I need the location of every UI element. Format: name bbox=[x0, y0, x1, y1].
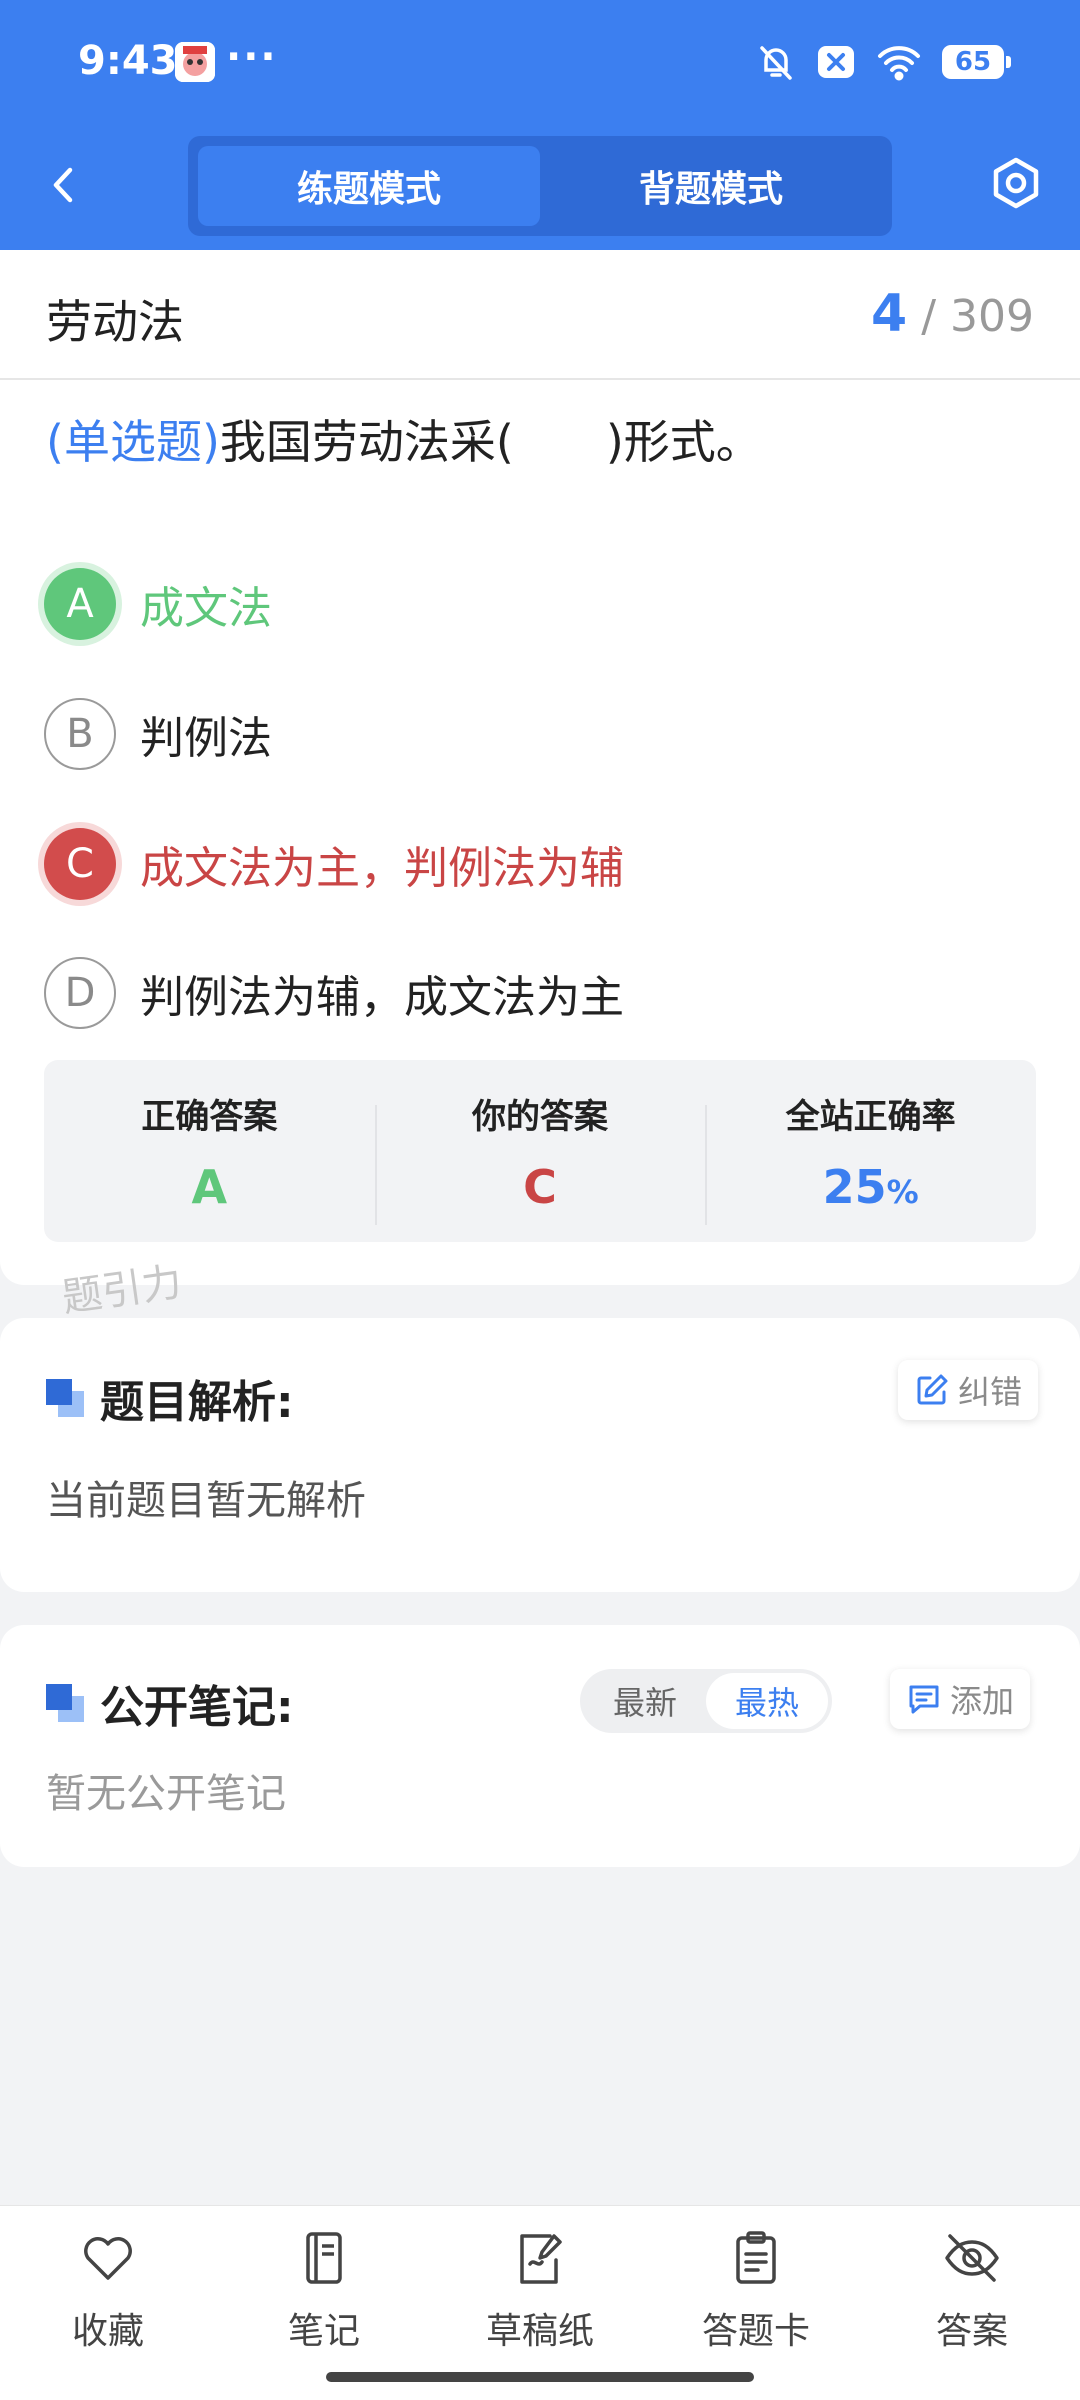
nav-toggle-answer-label: 答案 bbox=[935, 2311, 1008, 2352]
notebook-icon bbox=[306, 2232, 342, 2284]
option-b-marker: B bbox=[44, 698, 116, 770]
option-d-marker: D bbox=[44, 957, 116, 1029]
analysis-content: 当前题目暂无解析 bbox=[46, 1478, 366, 1524]
app-notification-icon bbox=[175, 42, 215, 82]
nav-draft-label: 草稿纸 bbox=[485, 2311, 594, 2352]
status-time: 9:43 bbox=[78, 38, 178, 84]
question-card: 劳动法 4 / 309 (单选题)我国劳动法采( )形式。 A 成文法 B 判例… bbox=[0, 250, 1080, 1285]
tab-memorize-mode[interactable]: 背题模式 bbox=[540, 146, 882, 226]
option-a-text: 成文法 bbox=[140, 583, 272, 634]
accuracy-label: 全站正确率 bbox=[785, 1096, 956, 1137]
add-note-label: 添加 bbox=[950, 1682, 1015, 1720]
your-answer-value: C bbox=[523, 1159, 557, 1214]
nav-favorite-label: 收藏 bbox=[71, 2311, 144, 2352]
option-a[interactable]: A 成文法 bbox=[44, 566, 272, 642]
comment-icon bbox=[909, 1685, 939, 1714]
correct-answer-column: 正确答案 A bbox=[44, 1089, 375, 1214]
nav-toggle-answer[interactable]: 答案 bbox=[892, 2228, 1052, 2354]
option-d[interactable]: D 判例法为辅，成文法为主 bbox=[44, 955, 624, 1031]
option-b-text: 判例法 bbox=[140, 713, 272, 764]
option-b[interactable]: B 判例法 bbox=[44, 696, 272, 772]
nav-favorite[interactable]: 收藏 bbox=[28, 2228, 188, 2354]
current-question-number: 4 bbox=[871, 284, 908, 344]
notes-empty-text: 暂无公开笔记 bbox=[46, 1771, 286, 1817]
report-error-label: 纠错 bbox=[958, 1373, 1023, 1411]
settings-button[interactable] bbox=[988, 155, 1044, 211]
option-d-text: 判例法为辅，成文法为主 bbox=[140, 972, 624, 1023]
notes-card: 公开笔记: 最新 最热 添加 暂无公开笔记 bbox=[0, 1625, 1080, 1867]
correct-answer-value: A bbox=[191, 1159, 228, 1214]
mode-switch: 练题模式 背题模式 bbox=[188, 136, 892, 236]
accuracy-unit: % bbox=[886, 1172, 919, 1211]
accuracy-column: 全站正确率 25% bbox=[705, 1089, 1036, 1225]
status-bar: 9:43 ··· 65 bbox=[0, 0, 1080, 125]
notes-sort-toggle: 最新 最热 bbox=[580, 1669, 832, 1733]
nav-draft[interactable]: 草稿纸 bbox=[460, 2228, 620, 2354]
notes-title-text: 公开笔记: bbox=[100, 1682, 294, 1733]
question-progress: 4 / 309 bbox=[871, 284, 1034, 344]
section-squares-icon bbox=[46, 1684, 84, 1722]
nav-notes-label: 笔记 bbox=[287, 2311, 360, 2352]
answer-card-icon bbox=[736, 2231, 776, 2284]
option-c[interactable]: C 成文法为主，判例法为辅 bbox=[44, 826, 624, 902]
heart-icon bbox=[84, 2237, 132, 2280]
your-answer-column: 你的答案 C bbox=[374, 1089, 706, 1225]
total-questions: / 309 bbox=[921, 291, 1034, 342]
option-a-marker: A bbox=[44, 568, 116, 640]
your-answer-label: 你的答案 bbox=[472, 1096, 608, 1137]
sort-latest[interactable]: 最新 bbox=[584, 1673, 706, 1729]
section-squares-icon bbox=[46, 1379, 84, 1417]
report-error-button[interactable]: 纠错 bbox=[898, 1360, 1039, 1420]
analysis-title-text: 题目解析: bbox=[100, 1377, 294, 1428]
close-box-icon bbox=[816, 42, 856, 82]
hexagon-settings-icon bbox=[993, 157, 1039, 209]
edit-icon bbox=[917, 1374, 948, 1405]
answer-summary: 正确答案 A 你的答案 C 全站正确率 25% bbox=[44, 1060, 1036, 1242]
notes-title: 公开笔记: bbox=[46, 1671, 294, 1735]
mute-bell-icon bbox=[756, 42, 796, 82]
battery-indicator: 65 bbox=[942, 45, 1011, 79]
nav-answer-card[interactable]: 答题卡 bbox=[676, 2228, 836, 2354]
home-indicator[interactable] bbox=[326, 2372, 754, 2382]
app-header: 9:43 ··· 65 练题模式 背题模式 bbox=[0, 0, 1080, 250]
back-button[interactable] bbox=[40, 160, 90, 210]
sort-hottest[interactable]: 最热 bbox=[706, 1673, 828, 1729]
analysis-title: 题目解析: bbox=[46, 1366, 294, 1430]
subject-row: 劳动法 4 / 309 bbox=[0, 250, 1080, 380]
wifi-icon bbox=[876, 42, 922, 82]
accuracy-number: 25 bbox=[822, 1159, 887, 1214]
status-more-indicator: ··· bbox=[226, 34, 278, 80]
eye-off-icon bbox=[945, 2234, 999, 2282]
chevron-left-icon bbox=[53, 167, 73, 203]
subject-title: 劳动法 bbox=[46, 295, 184, 349]
correct-answer-label: 正确答案 bbox=[141, 1096, 278, 1137]
question-stem: 我国劳动法采( )形式。 bbox=[219, 415, 762, 469]
question-text: (单选题)我国劳动法采( )形式。 bbox=[46, 406, 762, 472]
nav-answer-card-label: 答题卡 bbox=[701, 2311, 810, 2352]
draft-paper-icon bbox=[520, 2234, 562, 2284]
bottom-toolbar: 收藏 笔记 草稿纸 答题卡 答案 bbox=[0, 2205, 1080, 2400]
option-c-text: 成文法为主，判例法为辅 bbox=[140, 843, 624, 894]
tab-practice-mode[interactable]: 练题模式 bbox=[198, 146, 540, 226]
nav-notes[interactable]: 笔记 bbox=[244, 2228, 404, 2354]
add-note-button[interactable]: 添加 bbox=[890, 1669, 1031, 1729]
question-type-label: (单选题) bbox=[46, 415, 220, 469]
accuracy-value: 25% bbox=[705, 1160, 1036, 1214]
analysis-card: 题目解析: 纠错 当前题目暂无解析 bbox=[0, 1318, 1080, 1592]
option-c-marker: C bbox=[44, 828, 116, 900]
